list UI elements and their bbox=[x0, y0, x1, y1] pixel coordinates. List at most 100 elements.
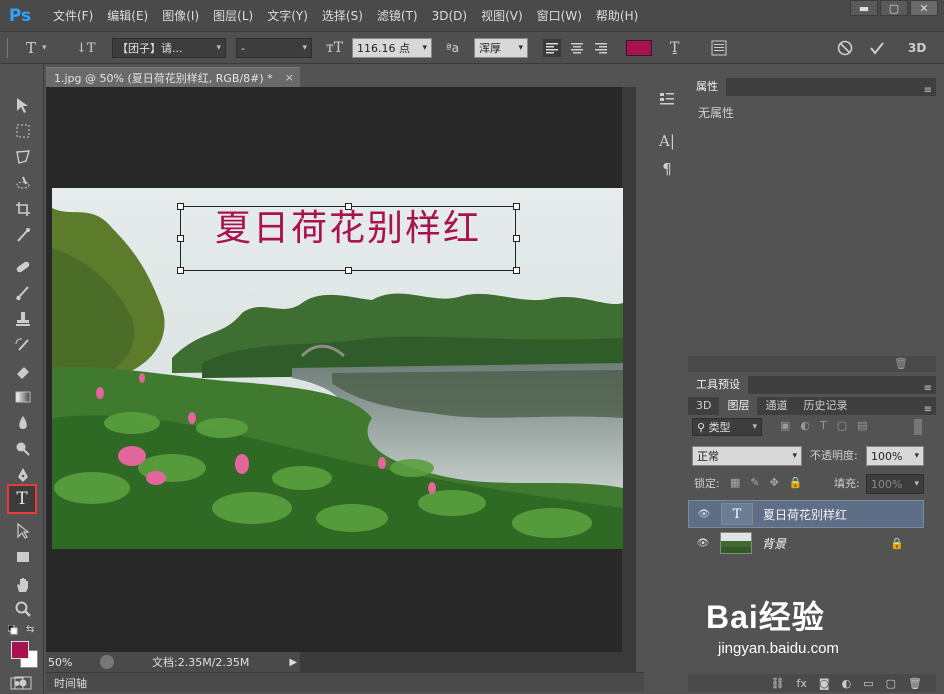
filter-adjustment-icon[interactable]: ◐ bbox=[800, 419, 810, 435]
layer-row[interactable]: 👁 T 夏日荷花别样红 bbox=[688, 500, 924, 528]
menu-item[interactable]: 文件(F) bbox=[46, 0, 100, 32]
antialias-select[interactable]: 浑厚 ▾ bbox=[474, 38, 528, 58]
transform-handle[interactable] bbox=[345, 267, 352, 274]
screen-mode-icon[interactable] bbox=[6, 677, 28, 691]
type-tool-icon[interactable]: T bbox=[7, 484, 37, 514]
fill-select[interactable]: 100% ▾ bbox=[866, 474, 924, 494]
default-colors-icon[interactable] bbox=[7, 624, 18, 635]
menu-item[interactable]: 编辑(E) bbox=[100, 0, 155, 32]
properties-panel-icon[interactable] bbox=[656, 88, 678, 110]
lock-transparency-icon[interactable]: ▦ bbox=[730, 476, 740, 492]
filter-type-icon[interactable]: T bbox=[820, 419, 827, 435]
panel-menu-icon[interactable]: ≡ bbox=[924, 383, 932, 394]
warp-text-icon[interactable]: Ṯ bbox=[670, 38, 679, 58]
blur-tool-icon[interactable] bbox=[11, 412, 35, 434]
visibility-eye-icon[interactable]: 👁 bbox=[695, 509, 713, 520]
zoom-level[interactable]: 50% bbox=[48, 656, 96, 669]
panel-menu-icon[interactable]: ≡ bbox=[924, 404, 932, 415]
rectangle-tool-icon[interactable] bbox=[11, 546, 35, 568]
close-button[interactable]: ✕ bbox=[910, 0, 938, 16]
filter-pixel-icon[interactable]: ▣ bbox=[780, 419, 790, 435]
transform-handle[interactable] bbox=[513, 235, 520, 242]
crop-tool-icon[interactable] bbox=[11, 198, 35, 220]
text-color-swatch[interactable] bbox=[626, 38, 652, 58]
menu-item[interactable]: 图层(L) bbox=[206, 0, 260, 32]
lock-pixels-icon[interactable]: ✎ bbox=[750, 476, 759, 492]
character-panel-icon[interactable]: A| bbox=[656, 130, 678, 152]
commit-icon[interactable] bbox=[868, 38, 886, 58]
path-selection-tool-icon[interactable] bbox=[11, 520, 35, 542]
hand-tool-icon[interactable] bbox=[11, 574, 35, 596]
quick-selection-tool-icon[interactable] bbox=[11, 172, 35, 194]
lock-position-icon[interactable]: ✥ bbox=[770, 476, 779, 492]
history-brush-tool-icon[interactable] bbox=[11, 334, 35, 356]
filter-toggle[interactable] bbox=[914, 419, 922, 435]
menu-item[interactable]: 图像(I) bbox=[155, 0, 206, 32]
transform-handle[interactable] bbox=[177, 203, 184, 210]
align-left-button[interactable] bbox=[543, 38, 561, 58]
tab-tool-presets[interactable]: 工具预设 bbox=[688, 376, 748, 394]
text-orientation-icon[interactable]: ↓T bbox=[76, 38, 96, 58]
layer-name[interactable]: 夏日荷花别样红 bbox=[763, 506, 847, 523]
status-menu-arrow-icon[interactable]: ▶ bbox=[289, 657, 297, 668]
font-family-select[interactable]: 【团子】请... ▾ bbox=[112, 38, 226, 58]
cancel-icon[interactable] bbox=[836, 38, 854, 58]
transform-handle[interactable] bbox=[177, 267, 184, 274]
blend-mode-select[interactable]: 正常 ▾ bbox=[692, 446, 802, 466]
paragraph-panel-icon[interactable]: ¶ bbox=[656, 158, 678, 180]
tab-layers-panel[interactable]: 图层 bbox=[719, 397, 758, 415]
3d-button[interactable]: 3D bbox=[908, 38, 926, 58]
transform-handle[interactable] bbox=[345, 203, 352, 210]
menu-item[interactable]: 3D(D) bbox=[425, 0, 474, 32]
healing-brush-tool-icon[interactable] bbox=[11, 256, 35, 278]
menu-item[interactable]: 文字(Y) bbox=[260, 0, 315, 32]
swap-colors-icon[interactable]: ⇆ bbox=[26, 624, 38, 635]
lasso-tool-icon[interactable] bbox=[11, 146, 35, 168]
horizontal-scrollbar[interactable] bbox=[300, 652, 636, 672]
transform-handle[interactable] bbox=[177, 235, 184, 242]
timeline-panel[interactable]: 时间轴 bbox=[46, 672, 644, 692]
lock-all-icon[interactable]: 🔒 bbox=[789, 476, 803, 492]
status-info-icon[interactable] bbox=[100, 655, 114, 669]
menu-item[interactable]: 视图(V) bbox=[474, 0, 530, 32]
move-tool-icon[interactable] bbox=[11, 94, 35, 116]
font-size-select[interactable]: 116.16 点 ▾ bbox=[352, 38, 432, 58]
gradient-tool-icon[interactable] bbox=[11, 386, 35, 408]
foreground-color-swatch[interactable] bbox=[11, 641, 29, 659]
dodge-tool-icon[interactable] bbox=[11, 438, 35, 460]
menu-item[interactable]: 窗口(W) bbox=[530, 0, 589, 32]
tab-properties[interactable]: 属性 bbox=[688, 78, 726, 96]
clone-stamp-tool-icon[interactable] bbox=[11, 308, 35, 330]
opacity-select[interactable]: 100% ▾ bbox=[866, 446, 924, 466]
font-style-select[interactable]: - ▾ bbox=[236, 38, 312, 58]
maximize-button[interactable]: ▢ bbox=[880, 0, 908, 16]
menu-item[interactable]: 帮助(H) bbox=[589, 0, 645, 32]
align-right-button[interactable] bbox=[592, 38, 610, 58]
eraser-tool-icon[interactable] bbox=[11, 360, 35, 382]
brush-tool-icon[interactable] bbox=[11, 282, 35, 304]
transform-handle[interactable] bbox=[513, 203, 520, 210]
vertical-scrollbar[interactable] bbox=[622, 87, 636, 652]
trash-icon[interactable]: 🗑 bbox=[894, 357, 908, 370]
document-tab[interactable]: 1.jpg @ 50% (夏日荷花别样红, RGB/8#) * × bbox=[46, 67, 300, 87]
visibility-eye-icon[interactable]: 👁 bbox=[694, 538, 712, 549]
tab-layers-panel[interactable]: 3D bbox=[688, 397, 719, 415]
align-center-button[interactable] bbox=[568, 38, 586, 58]
menu-item[interactable]: 选择(S) bbox=[315, 0, 370, 32]
tab-layers-panel[interactable]: 通道 bbox=[757, 397, 795, 415]
transform-handle[interactable] bbox=[513, 267, 520, 274]
menu-item[interactable]: 滤镜(T) bbox=[370, 0, 425, 32]
character-panel-icon[interactable] bbox=[710, 38, 728, 58]
text-bounding-box[interactable] bbox=[177, 203, 520, 274]
panel-menu-icon[interactable]: ≡ bbox=[924, 85, 932, 96]
layer-row[interactable]: 👁 背景 🔒 bbox=[688, 529, 924, 557]
pen-tool-icon[interactable] bbox=[11, 464, 35, 486]
layer-name[interactable]: 背景 bbox=[762, 535, 786, 552]
minimize-button[interactable]: ▬ bbox=[850, 0, 878, 16]
zoom-tool-icon[interactable] bbox=[11, 598, 35, 620]
type-tool-preset-icon[interactable]: T ▾ bbox=[26, 38, 47, 58]
eyedropper-tool-icon[interactable] bbox=[11, 224, 35, 246]
document-tab-close-icon[interactable]: × bbox=[285, 71, 294, 84]
tab-layers-panel[interactable]: 历史记录 bbox=[795, 397, 855, 415]
filter-shape-icon[interactable]: ▢ bbox=[837, 419, 847, 435]
